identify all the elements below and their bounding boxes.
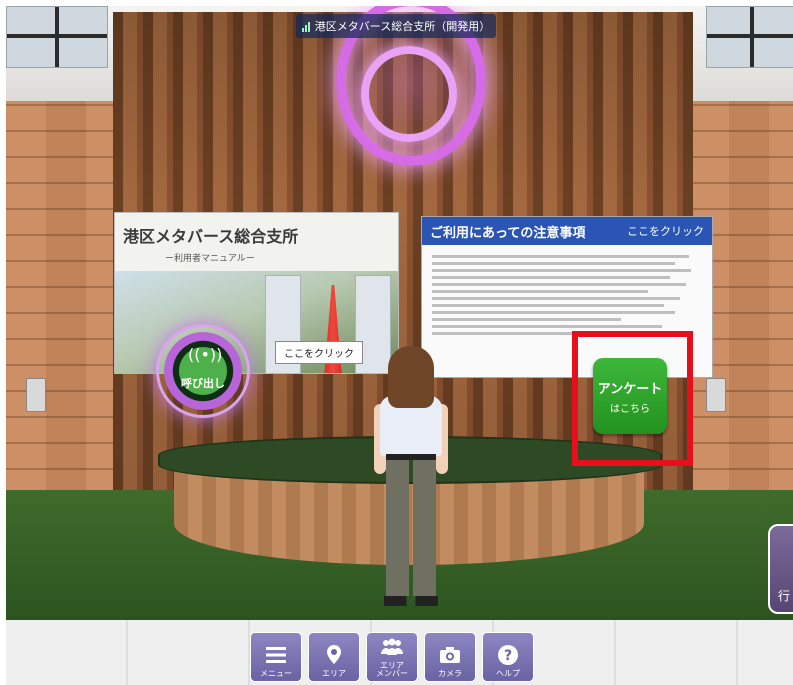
menu-button[interactable]: メニュー [250, 632, 302, 682]
call-button-label: 呼び出し [181, 377, 225, 390]
camera-button-label: カメラ [438, 669, 462, 678]
help-button[interactable]: ? ヘルプ [482, 632, 534, 682]
manual-poster-title: 港区メタバース総合支所 [123, 227, 299, 246]
bottom-toolbar: メニュー エリア エリア メンバー カメラ ? ヘルプ [250, 632, 534, 682]
notices-body [422, 245, 712, 345]
menu-icon [264, 643, 288, 667]
manual-poster-subtitle: ー利用者マニュアルー [165, 254, 255, 264]
edge-action-label: 行 [778, 589, 791, 603]
window-right [706, 6, 793, 68]
brick-wall-left [6, 101, 116, 496]
people-icon [380, 635, 404, 659]
camera-icon [438, 643, 462, 667]
neon-logo-inner [361, 46, 457, 142]
wall-switch-right [706, 378, 726, 412]
map-pin-icon [322, 643, 346, 667]
notices-title: ご利用にあっての注意事項 [430, 225, 586, 241]
signal-strength-icon [301, 21, 310, 32]
signal-wave-icon: ((•)) [188, 345, 223, 364]
menu-button-label: メニュー [260, 669, 292, 678]
area-button[interactable]: エリア [308, 632, 360, 682]
edge-action-button[interactable]: 行 [768, 524, 793, 614]
camera-button[interactable]: カメラ [424, 632, 476, 682]
survey-highlight-box [572, 331, 693, 466]
notices-header: ご利用にあっての注意事項 ここをクリック [422, 217, 712, 245]
call-button[interactable]: ((•)) 呼び出し [156, 324, 250, 418]
help-button-label: ヘルプ [496, 669, 520, 678]
svg-text:?: ? [504, 648, 512, 664]
world-title: 港区メタバース総合支所（開発用） [314, 20, 491, 33]
wall-switch-left [26, 378, 46, 412]
area-button-label: エリア [322, 669, 346, 678]
metaverse-scene: 港区メタバース総合支所 ー利用者マニュアルー ここをクリック ご利用にあっての注… [6, 6, 793, 685]
notices-click-here-button[interactable]: ここをクリック [627, 223, 704, 239]
help-icon: ? [496, 643, 520, 667]
window-left [6, 6, 108, 68]
manual-click-here-button[interactable]: ここをクリック [275, 341, 363, 364]
manual-poster[interactable]: 港区メタバース総合支所 ー利用者マニュアルー ここをクリック [114, 212, 399, 374]
area-members-button-label: エリア メンバー [376, 661, 408, 678]
world-title-bar: 港区メタバース総合支所（開発用） [296, 14, 496, 38]
player-avatar [374, 346, 448, 608]
area-members-button[interactable]: エリア メンバー [366, 632, 418, 682]
